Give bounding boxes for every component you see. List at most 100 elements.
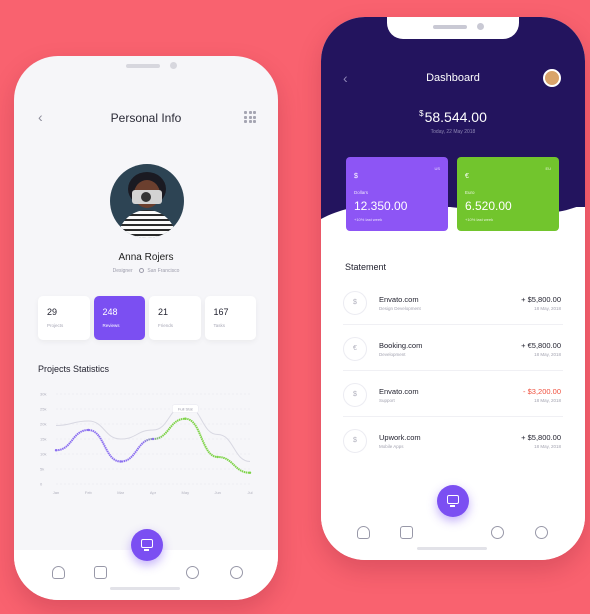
transaction-name: Envato.com	[379, 295, 419, 304]
stat-label: Tasks	[213, 323, 226, 328]
projects-line-chart: 0 5k 10k 15k 20k 25k 30k Jan Feb Mar Apr May Jun Jul F…	[40, 392, 253, 496]
stat-label: Friends	[158, 323, 174, 328]
x-tick-label: Jun	[214, 490, 220, 495]
euro-card[interactable]: € EU Euro 6.520.00 +10% last week	[457, 157, 559, 231]
card-label: Euro	[465, 190, 475, 195]
settings-icon[interactable]	[186, 566, 199, 579]
transaction-row[interactable]: $ Upwork.com Mobile Apps + $5,800.00 18 …	[343, 423, 563, 463]
transaction-name: Upwork.com	[379, 433, 421, 442]
stat-reviews[interactable]: 248 Reviews	[93, 296, 145, 340]
total-balance: $58.544.00	[321, 109, 585, 125]
transaction-amount: + $5,800.00	[521, 295, 561, 304]
data-point[interactable]	[151, 437, 155, 441]
avatar[interactable]	[110, 164, 184, 238]
transaction-amount: + €5,800.00	[521, 341, 561, 350]
stat-label: Projects	[47, 323, 64, 328]
stat-value: 21	[158, 307, 169, 317]
card-symbol: $	[354, 173, 358, 180]
avatar[interactable]	[543, 69, 561, 87]
card-region: EU	[545, 166, 551, 171]
x-tick-label: May	[182, 490, 190, 495]
transaction-icon: $	[343, 429, 367, 453]
y-tick-label: 20k	[40, 422, 46, 427]
stat-value: 167	[213, 307, 229, 317]
transaction-row[interactable]: $ Envato.com Support - $3,200.00 18 May,…	[343, 377, 563, 417]
phone-notch	[387, 17, 519, 39]
transaction-category: Support	[379, 398, 395, 403]
transaction-category: Design Development	[379, 306, 421, 311]
card-sub: +10% last week	[354, 217, 383, 222]
transaction-category: Mobile Apps	[379, 444, 404, 449]
series-line-secondary	[55, 404, 251, 462]
x-tick-label: Jan	[53, 490, 59, 495]
statement-title: Statement	[345, 262, 387, 272]
y-tick-label: 15k	[40, 437, 46, 442]
page-title: Personal Info	[110, 111, 182, 125]
y-tick-label: 10k	[40, 452, 46, 457]
transaction-date: 18 May, 2018	[534, 398, 561, 403]
transaction-amount: - $3,200.00	[523, 387, 561, 396]
y-tick-label: 5k	[40, 467, 44, 472]
mail-icon[interactable]	[94, 566, 107, 579]
profile-role: Designer	[112, 268, 133, 274]
dollar-card[interactable]: $ US Dollars 12.350.00 +10% last week	[346, 157, 448, 231]
card-amount: 12.350.00	[354, 199, 408, 213]
data-point[interactable]	[119, 460, 122, 463]
section-title: Projects Statistics	[38, 364, 110, 374]
data-point[interactable]	[184, 417, 187, 420]
monitor-icon	[141, 539, 153, 551]
x-tick-label: Mar	[117, 490, 125, 495]
monitor-fab-button[interactable]	[437, 485, 469, 517]
personal-header: ‹ Personal Info	[14, 108, 278, 128]
stat-friends[interactable]: 21 Friends	[149, 296, 201, 340]
card-amount: 6.520.00	[465, 199, 512, 213]
y-tick-label: 25k	[40, 407, 46, 412]
transaction-name: Booking.com	[379, 341, 423, 350]
transaction-row[interactable]: € Booking.com Development + €5,800.00 18…	[343, 331, 563, 371]
location-pin-icon	[139, 268, 145, 274]
currency-symbol: $	[419, 109, 424, 118]
user-icon[interactable]	[52, 566, 65, 579]
grid-menu-icon[interactable]	[244, 111, 256, 123]
home-indicator	[110, 587, 180, 590]
transaction-date: 18 May, 2018	[534, 306, 561, 311]
y-tick-label: 0	[40, 482, 43, 487]
pie-chart-icon[interactable]	[535, 526, 548, 539]
transaction-date: 18 May, 2018	[534, 352, 561, 357]
data-point[interactable]	[54, 449, 58, 452]
monitor-icon	[447, 495, 459, 507]
transaction-row[interactable]: $ Envato.com Design Development + $5,800…	[343, 285, 563, 325]
settings-icon[interactable]	[491, 526, 504, 539]
dashboard-header: ‹ Dashboard	[321, 69, 585, 89]
stat-value: 29	[47, 307, 58, 317]
profile-location: San Francisco	[147, 268, 180, 274]
dashboard-phone: ‹ Dashboard $58.544.00 Today, 22 May 201…	[321, 17, 585, 560]
transaction-amount: + $5,800.00	[521, 433, 561, 442]
transaction-icon: $	[343, 383, 367, 407]
bottom-nav	[321, 510, 585, 560]
y-tick-label: 30k	[40, 392, 46, 397]
data-point[interactable]	[216, 455, 219, 459]
data-point[interactable]	[87, 428, 90, 432]
series-line-primary	[55, 417, 251, 474]
x-tick-label: Apr	[150, 490, 157, 495]
stat-value: 248	[102, 307, 118, 317]
user-icon[interactable]	[357, 526, 370, 539]
card-label: Dollars	[354, 190, 369, 195]
balance-date: Today, 22 May 2018	[430, 129, 476, 135]
transaction-icon: €	[343, 337, 367, 361]
monitor-fab-button[interactable]	[131, 529, 163, 561]
card-symbol: €	[465, 173, 469, 180]
mail-icon[interactable]	[400, 526, 413, 539]
card-region: US	[434, 166, 440, 171]
pie-chart-icon[interactable]	[230, 566, 243, 579]
transaction-icon: $	[343, 291, 367, 315]
x-tick-label: Feb	[85, 490, 93, 495]
profile-subinfo: Designer San Francisco	[14, 268, 278, 274]
personal-info-phone: ‹ Personal Info Anna Rojers Designer San…	[14, 56, 278, 600]
data-point[interactable]	[248, 471, 252, 474]
home-indicator	[417, 547, 487, 550]
transaction-date: 18 May, 2018	[534, 444, 561, 449]
stat-projects[interactable]: 29 Projects	[38, 296, 90, 340]
stat-tasks[interactable]: 167 Tasks	[204, 296, 256, 340]
